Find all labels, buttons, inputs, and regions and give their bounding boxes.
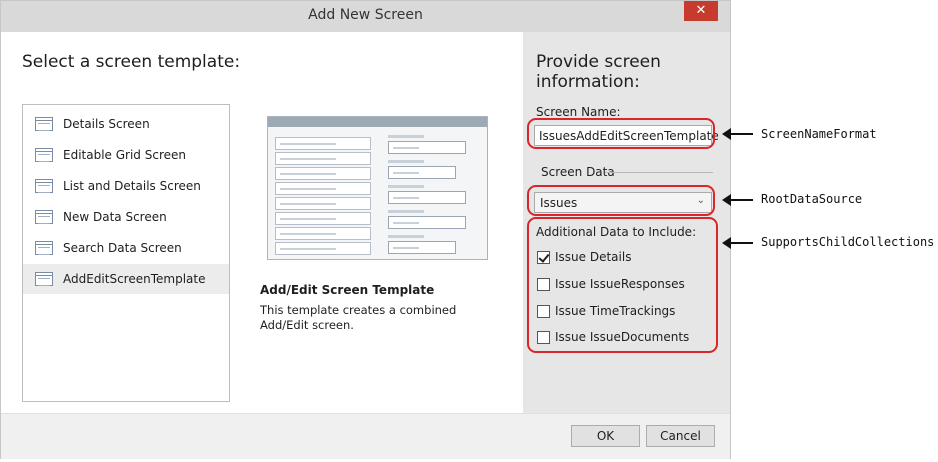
preview-field (388, 166, 456, 179)
preview-list-row (275, 182, 371, 195)
close-button[interactable]: ✕ (684, 1, 718, 21)
preview-label (388, 210, 424, 213)
template-list: Details Screen Editable Grid Screen List… (22, 104, 230, 402)
callout-additional-data (527, 217, 718, 353)
template-item-details[interactable]: Details Screen (23, 109, 229, 139)
annotation-screen-name-format: ScreenNameFormat (761, 127, 877, 141)
cancel-button[interactable]: Cancel (646, 425, 715, 447)
annotation-root-data-source: RootDataSource (761, 192, 863, 206)
screen-template-icon (35, 179, 53, 193)
preview-label (388, 135, 424, 138)
callout-screen-data (527, 185, 715, 216)
window-title: Add New Screen (308, 7, 423, 23)
preview-list-row (275, 167, 371, 180)
template-item-label: Details Screen (63, 117, 150, 131)
arrow-line (728, 242, 753, 244)
preview-label (388, 185, 424, 188)
preview-list-row (275, 152, 371, 165)
template-pane: Select a screen template: Details Screen… (1, 32, 523, 413)
arrow-line (728, 133, 753, 135)
template-item-list-details[interactable]: List and Details Screen (23, 171, 229, 201)
template-title: Add/Edit Screen Template (260, 283, 435, 297)
preview-label (388, 235, 424, 238)
dialog-footer: OK Cancel (1, 413, 730, 459)
preview-list-row (275, 242, 371, 255)
preview-field (388, 191, 466, 204)
annotation-arrow (722, 236, 753, 250)
title-bar: Add New Screen ✕ (1, 1, 730, 32)
ok-button[interactable]: OK (571, 425, 640, 447)
template-item-label: List and Details Screen (63, 179, 201, 193)
screen-info-heading: Provide screen information: (536, 52, 661, 92)
template-item-new-data[interactable]: New Data Screen (23, 202, 229, 232)
template-heading: Select a screen template: (22, 52, 241, 72)
screen-name-label: Screen Name: (536, 105, 621, 119)
screen-template-icon (35, 210, 53, 224)
annotation-arrow (722, 193, 753, 207)
screen-template-icon (35, 148, 53, 162)
annotation-supports-child-collections: SupportsChildCollections (761, 235, 935, 249)
template-item-label: New Data Screen (63, 210, 167, 224)
preview-list-row (275, 227, 371, 240)
template-item-label: Editable Grid Screen (63, 148, 186, 162)
screen-data-divider (605, 172, 713, 173)
screen-info-heading-line1: Provide screen (536, 52, 661, 72)
preview-field (388, 241, 456, 254)
preview-list-row (275, 212, 371, 225)
template-item-label: AddEditScreenTemplate (63, 272, 206, 286)
screen-template-icon (35, 117, 53, 131)
screen-template-icon (35, 272, 53, 286)
preview-label (388, 160, 424, 163)
preview-field (388, 216, 466, 229)
template-item-label: Search Data Screen (63, 241, 182, 255)
preview-list-row (275, 197, 371, 210)
template-description: This template creates a combined Add/Edi… (260, 303, 457, 332)
arrow-line (728, 199, 753, 201)
preview-title-bar (268, 117, 487, 127)
annotation-arrow (722, 127, 753, 141)
screen-data-label: Screen Data (541, 165, 615, 179)
screen-info-heading-line2: information: (536, 72, 640, 92)
preview-field (388, 141, 466, 154)
template-item-add-edit[interactable]: AddEditScreenTemplate (23, 264, 229, 294)
template-item-search-data[interactable]: Search Data Screen (23, 233, 229, 263)
template-item-editable-grid[interactable]: Editable Grid Screen (23, 140, 229, 170)
preview-list-row (275, 137, 371, 150)
screen-template-icon (35, 241, 53, 255)
template-preview-image (267, 116, 488, 260)
callout-screen-name (527, 118, 715, 149)
